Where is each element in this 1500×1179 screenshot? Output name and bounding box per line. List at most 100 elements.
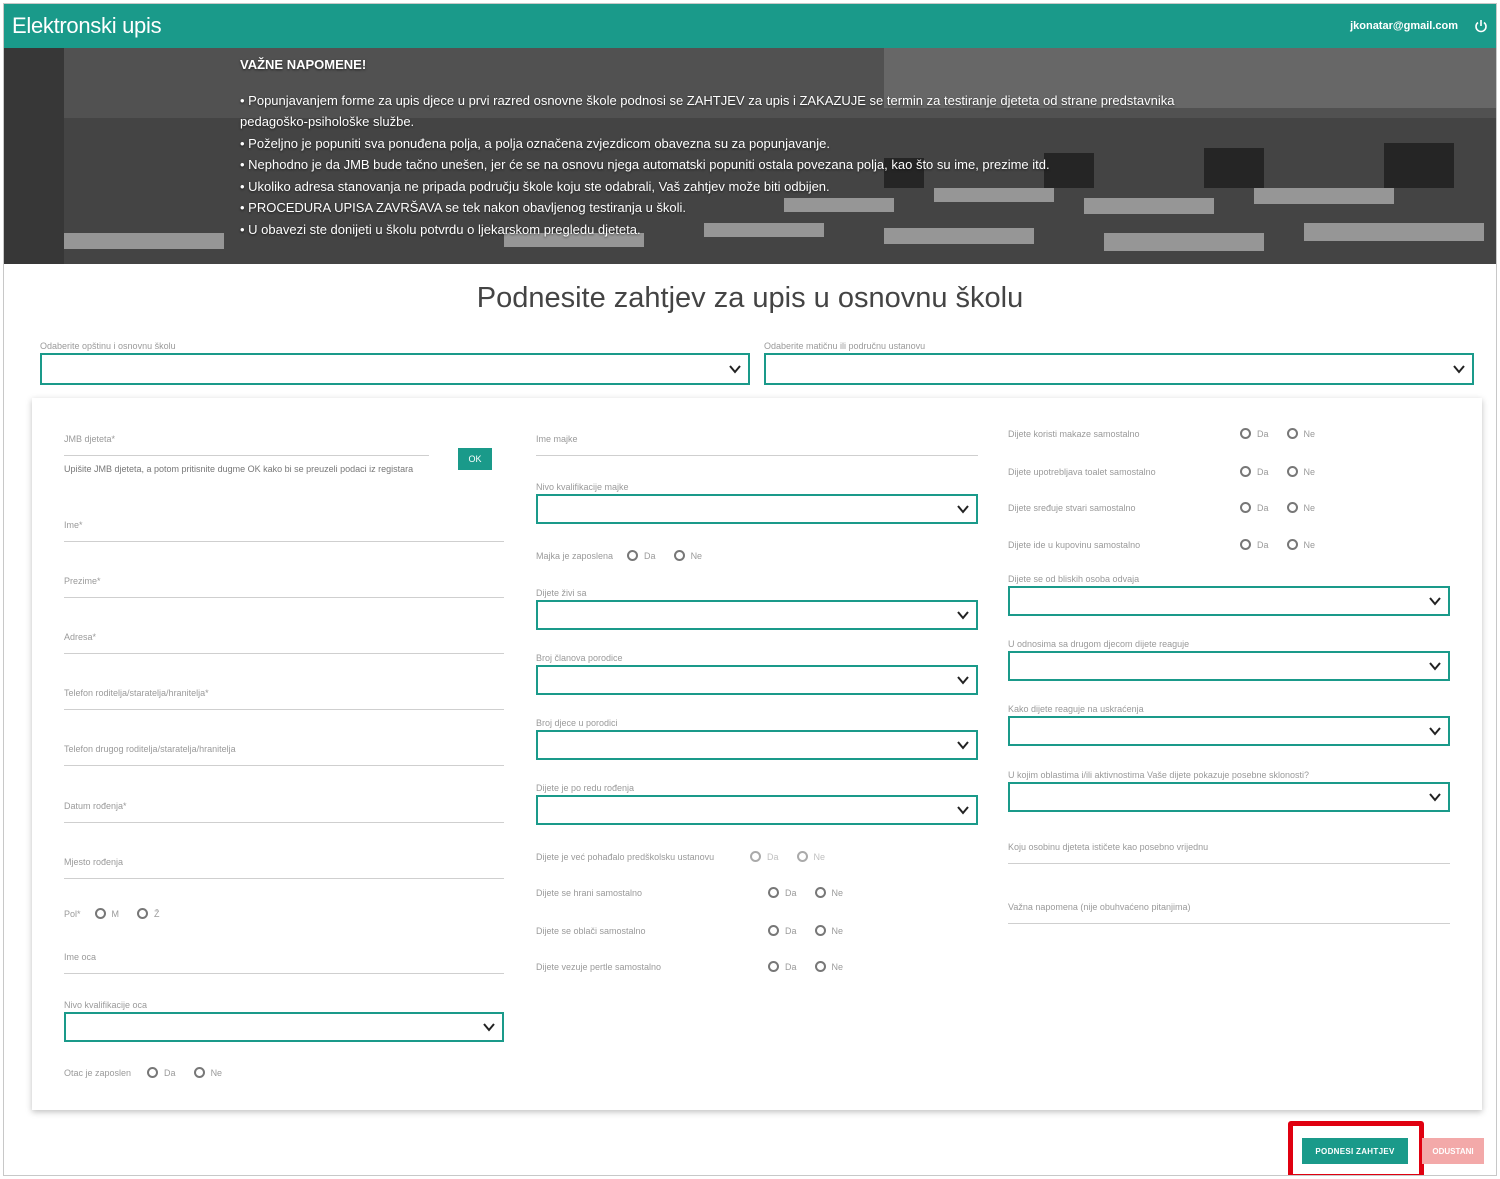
da-label: Da [164,1067,176,1078]
father-name-field[interactable]: Ime oca [64,952,504,974]
relations-select[interactable] [1008,651,1450,681]
cancel-button[interactable]: ODUSTANI [1422,1138,1484,1164]
da-label: Da [1257,466,1269,477]
radio-icon[interactable] [1286,502,1298,513]
school-select[interactable] [40,353,750,385]
birth-order-select[interactable] [536,795,978,825]
ok-button[interactable]: OK [458,448,492,470]
important-note-field[interactable]: Važna napomena (nije obuhvaćeno pitanjim… [1008,902,1450,924]
ne-label: Ne [831,887,844,898]
radio-icon[interactable] [768,961,779,972]
father-qual-select[interactable] [64,1012,504,1042]
jmb-field[interactable]: JMB djeteta* [64,434,429,456]
radio-icon[interactable] [137,908,149,919]
radio-icon[interactable] [814,925,826,936]
gender-m-label: M [111,908,120,919]
radio-icon[interactable] [768,925,779,936]
last-name-field[interactable]: Prezime* [64,576,504,598]
da-label: Da [767,851,779,862]
mother-employed-ne-option[interactable]: Ne [673,550,703,561]
ne-label: Ne [831,925,844,936]
birth-place-field[interactable]: Mjesto rođenja [64,857,504,879]
radio-icon[interactable] [1240,502,1251,513]
radio-icon[interactable] [1240,428,1251,439]
first-name-field[interactable]: Ime* [64,520,504,542]
address-field[interactable]: Adresa* [64,632,504,654]
ne-label: Ne [813,851,826,862]
radio-icon[interactable] [796,851,808,862]
frustration-select[interactable] [1008,716,1450,746]
shopping-ne-option[interactable]: Ne [1286,539,1315,550]
radio-icon[interactable] [1240,539,1251,550]
eats-alone-da-option[interactable]: Da [768,887,797,898]
lives-with-label: Dijete živi sa [536,588,587,598]
note-item: • Popunjavanjem forme za upis djece u pr… [240,92,1175,130]
radio-icon[interactable] [1240,466,1251,477]
lives-with-select[interactable] [536,600,978,630]
laces-alone-da-option[interactable]: Da [768,961,797,972]
interests-select[interactable] [1008,782,1450,812]
family-members-select[interactable] [536,665,978,695]
interests-label: U kojim oblastima i/ili aktivnostima Vaš… [1008,770,1309,780]
radio-icon[interactable] [814,887,826,898]
app-window: Elektronski upis jkonatar@gmail.com VAŽN… [3,3,1497,1176]
address-label: Adresa* [64,632,97,642]
note-item: • PROCEDURA UPISA ZAVRŠAVA se tek nakon … [240,200,687,215]
da-label: Da [785,961,797,972]
ne-label: Ne [690,550,703,561]
radio-icon[interactable] [673,550,685,561]
radio-icon[interactable] [750,851,761,862]
unit-select[interactable] [764,353,1474,385]
ne-label: Ne [1303,428,1316,439]
radio-icon[interactable] [147,1067,159,1078]
gender-m-option[interactable]: M [94,908,120,919]
children-count-select[interactable] [536,730,978,760]
power-icon[interactable] [1474,19,1488,33]
eats-alone-radio-group: Dijete se hrani samostalno Da Ne [536,887,861,898]
radio-icon[interactable] [94,908,106,919]
submit-button[interactable]: PODNESI ZAHTJEV [1302,1138,1408,1164]
radio-icon[interactable] [1286,539,1298,550]
radio-icon[interactable] [768,887,779,898]
lives-with-group: Dijete živi sa [536,588,978,630]
tidies-da-option[interactable]: Da [1240,502,1269,513]
toilet-ne-option[interactable]: Ne [1286,466,1315,477]
scissors-ne-option[interactable]: Ne [1286,428,1316,439]
first-name-label: Ime* [64,520,83,530]
note-item: • Nephodno je da JMB bude tačno unešen, … [240,157,1050,172]
preschool-ne-option[interactable]: Ne [796,851,826,862]
mother-qual-select[interactable] [536,494,978,524]
user-email[interactable]: jkonatar@gmail.com [1350,20,1458,32]
separation-select[interactable] [1008,586,1450,616]
eats-alone-ne-option[interactable]: Ne [814,887,844,898]
radio-icon[interactable] [814,961,826,972]
phone1-field[interactable]: Telefon roditelja/staratelja/hranitelja* [64,688,504,710]
mother-name-field[interactable]: Ime majke [536,434,978,456]
dresses-alone-ne-option[interactable]: Ne [814,925,844,936]
radio-icon[interactable] [1286,428,1298,439]
mother-qual-label: Nivo kvalifikacije majke [536,482,629,492]
scissors-da-option[interactable]: Da [1240,428,1269,439]
radio-icon[interactable] [1286,466,1298,477]
school-select-label: Odaberite opštinu i osnovnu školu [40,341,176,351]
birth-order-label: Dijete je po redu rođenja [536,783,635,793]
chevron-down-icon [483,1023,495,1032]
toilet-da-option[interactable]: Da [1240,466,1269,477]
phone2-field[interactable]: Telefon drugog roditelja/staratelja/hran… [64,744,504,766]
dresses-alone-da-option[interactable]: Da [768,925,797,936]
shopping-label: Dijete ide u kupovinu samostalno [1008,539,1141,550]
shopping-da-option[interactable]: Da [1240,539,1269,550]
valuable-trait-field[interactable]: Koju osobinu djeteta ističete kao posebn… [1008,842,1450,864]
birth-date-field[interactable]: Datum rođenja* [64,801,504,823]
gender-z-option[interactable]: Ž [137,908,160,919]
preschool-da-option[interactable]: Da [750,851,779,862]
radio-icon[interactable] [193,1067,205,1078]
father-employed-da-option[interactable]: Da [147,1067,176,1078]
mother-employed-da-option[interactable]: Da [627,550,656,561]
mother-qual-group: Nivo kvalifikacije majke [536,482,978,524]
tidies-ne-option[interactable]: Ne [1286,502,1315,513]
father-employed-ne-option[interactable]: Ne [193,1067,222,1078]
radio-icon[interactable] [627,550,639,561]
chevron-down-icon [957,676,969,685]
laces-alone-ne-option[interactable]: Ne [814,961,843,972]
